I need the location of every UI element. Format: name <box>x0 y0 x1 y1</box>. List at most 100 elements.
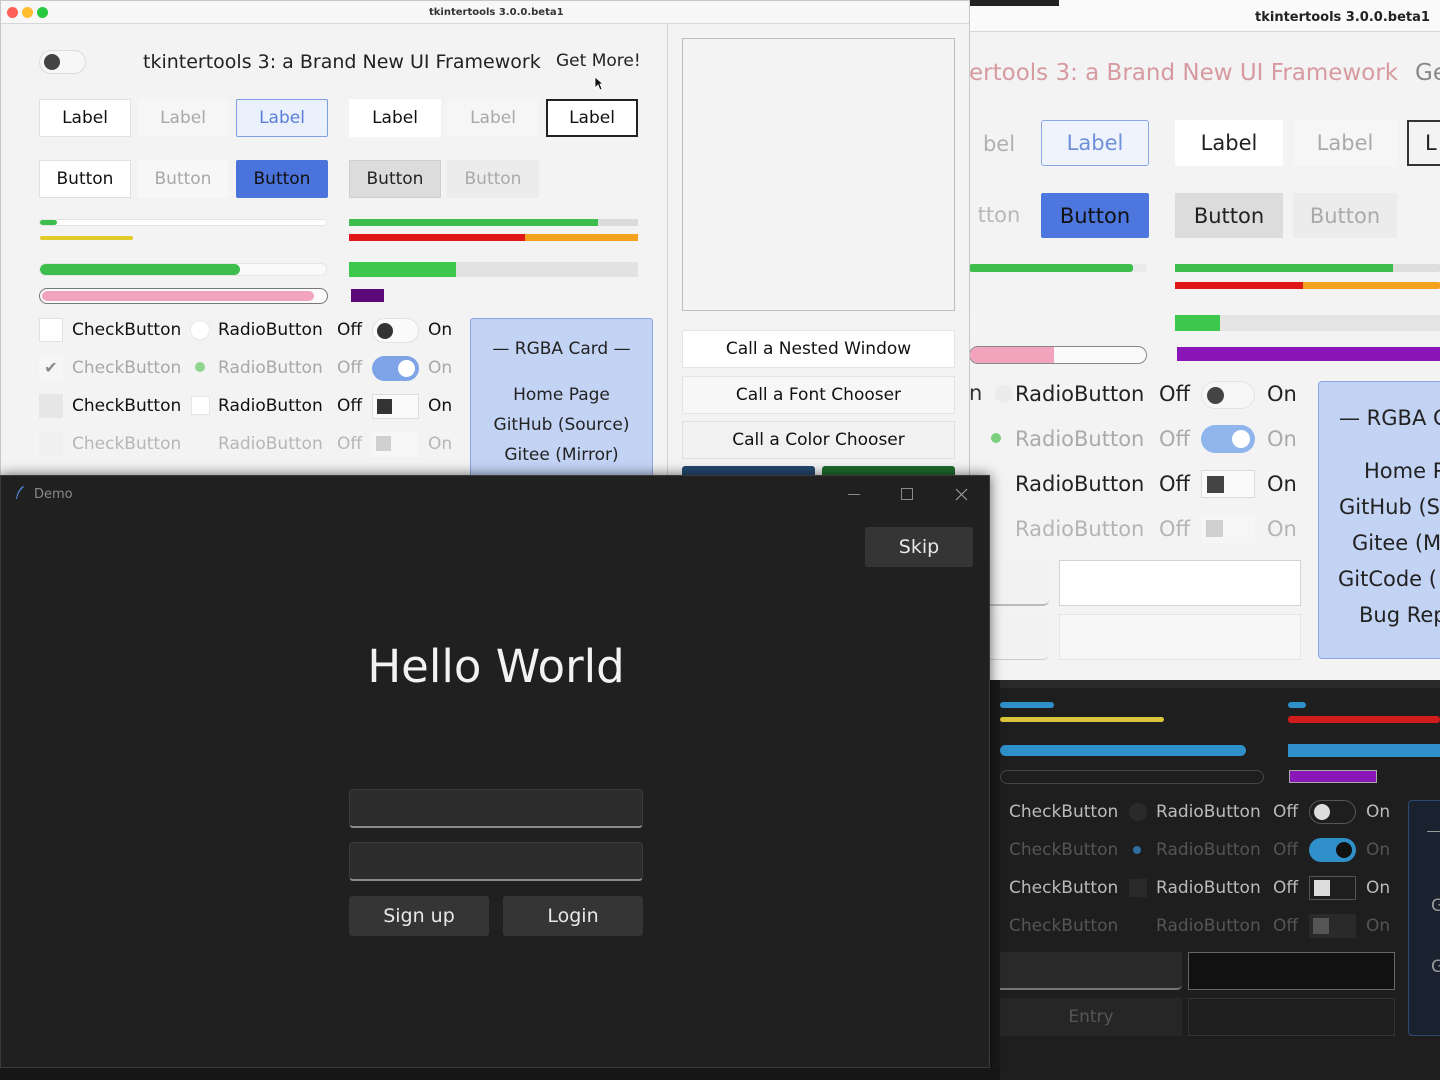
dark-radio-sq-3[interactable] <box>1129 879 1147 897</box>
dark-radio-2[interactable]: RadioButton <box>1156 840 1261 860</box>
back-progress-green <box>969 264 1147 272</box>
radio-2[interactable] <box>195 362 205 372</box>
call-nested-window-button[interactable]: Call a Nested Window <box>682 330 955 368</box>
radiobutton-label-4[interactable]: RadioButton <box>218 434 323 454</box>
checkbox-1[interactable] <box>39 318 63 342</box>
checkbutton-label-1[interactable]: CheckButton <box>72 320 181 340</box>
main-window-title: tkintertools 3.0.0.beta1 <box>429 7 564 18</box>
back-headline: ertools 3: a Brand New UI Framework <box>969 60 1399 86</box>
dark-card-link-2[interactable]: G <box>1431 957 1440 977</box>
get-more-link[interactable]: Get More! <box>556 51 641 71</box>
username-input[interactable] <box>349 789 643 828</box>
dark-check-2[interactable]: CheckButton <box>1009 840 1118 860</box>
back-button-4[interactable]: Button <box>1293 193 1397 238</box>
dark-switch-1[interactable] <box>1309 800 1356 824</box>
close-dot-icon[interactable] <box>7 7 18 18</box>
switch-1[interactable] <box>372 318 419 343</box>
back-switch-2[interactable] <box>1201 425 1255 453</box>
skip-button[interactable]: Skip <box>865 527 973 567</box>
main-titlebar[interactable]: tkintertools 3.0.0.beta1 <box>1 1 969 24</box>
signup-button[interactable]: Sign up <box>349 896 489 936</box>
radiobutton-label-3[interactable]: RadioButton <box>218 396 323 416</box>
dark-check-4[interactable]: CheckButton <box>1009 916 1118 936</box>
back-square-switch-2[interactable] <box>1201 515 1255 543</box>
dark-radio-4[interactable]: RadioButton <box>1156 916 1261 936</box>
checkbox-3[interactable] <box>39 394 63 418</box>
back-label-3: Label <box>1175 120 1283 166</box>
maximize-icon[interactable] <box>901 488 913 500</box>
back-square-switch-1[interactable] <box>1201 470 1255 498</box>
radio-3[interactable] <box>191 396 210 415</box>
back-card-link-5[interactable]: Bug Rep <box>1359 603 1440 627</box>
back-radio-2[interactable]: RadioButton <box>1015 427 1144 451</box>
back-switch-1[interactable] <box>1201 381 1255 409</box>
back-window-titlebar[interactable]: tkintertools 3.0.0.beta1 <box>969 0 1440 32</box>
login-button[interactable]: Login <box>503 896 643 936</box>
button-4[interactable]: Button <box>349 160 441 198</box>
back-entry-2[interactable] <box>1059 560 1301 606</box>
square-switch-2[interactable] <box>372 432 419 457</box>
dark-card-link-1[interactable]: G <box>1431 896 1440 916</box>
dark-square-switch-1[interactable] <box>1309 876 1356 900</box>
checkbutton-label-2[interactable]: CheckButton <box>72 358 181 378</box>
demo-titlebar[interactable]: Demo <box>1 476 989 512</box>
back-button-3[interactable]: Button <box>1175 193 1283 238</box>
back-button-1[interactable]: tton <box>969 193 1029 237</box>
dark-check-1[interactable]: CheckButton <box>1009 802 1118 822</box>
dark-entry-3[interactable]: Entry <box>1000 998 1182 1036</box>
back-on-3: On <box>1267 472 1297 496</box>
card-link-github[interactable]: GitHub (Source) <box>471 413 652 437</box>
dark-square-switch-2[interactable] <box>1309 914 1356 938</box>
back-label-2: Label <box>1041 120 1149 166</box>
label-5: Label <box>447 99 539 137</box>
switch-2[interactable] <box>372 356 419 381</box>
dark-entry-2[interactable] <box>1188 952 1395 990</box>
back-on-1: On <box>1267 382 1297 406</box>
button-1[interactable]: Button <box>39 160 131 198</box>
card-link-gitee[interactable]: Gitee (Mirror) <box>471 443 652 467</box>
zoom-dot-icon[interactable] <box>37 7 48 18</box>
back-button-2[interactable]: Button <box>1041 193 1149 238</box>
dark-entry-1[interactable] <box>1000 952 1182 990</box>
back-radio-dot-1[interactable] <box>995 385 1013 403</box>
call-font-chooser-button[interactable]: Call a Font Chooser <box>682 376 955 414</box>
card-link-home[interactable]: Home Page <box>471 383 652 407</box>
back-radio-dot-2[interactable] <box>991 433 1001 443</box>
checkbox-4[interactable] <box>39 432 63 456</box>
back-card-link-1[interactable]: Home P <box>1364 459 1440 483</box>
call-color-chooser-button[interactable]: Call a Color Chooser <box>682 421 955 459</box>
back-card-link-2[interactable]: GitHub (S <box>1339 495 1440 519</box>
checkbox-2[interactable]: ✔ <box>39 356 63 380</box>
progress-green-right <box>349 219 638 226</box>
minimize-dot-icon[interactable] <box>22 7 33 18</box>
back-radio-4[interactable]: RadioButton <box>1015 517 1144 541</box>
radiobutton-label-2[interactable]: RadioButton <box>218 358 323 378</box>
button-5[interactable]: Button <box>447 160 539 198</box>
on-label-2: On <box>428 358 453 378</box>
checkbutton-label-3[interactable]: CheckButton <box>72 396 181 416</box>
feather-icon <box>16 486 24 499</box>
minimize-icon[interactable] <box>848 494 860 495</box>
dark-check-3[interactable]: CheckButton <box>1009 878 1118 898</box>
button-3[interactable]: Button <box>236 160 328 198</box>
back-entry-4[interactable] <box>1059 614 1301 660</box>
back-radio-1[interactable]: RadioButton <box>1015 382 1144 406</box>
back-radio-3[interactable]: RadioButton <box>1015 472 1144 496</box>
dark-radio-3[interactable]: RadioButton <box>1156 878 1261 898</box>
dark-radio-dot-2[interactable] <box>1133 846 1141 854</box>
checkbutton-label-4[interactable]: CheckButton <box>72 434 181 454</box>
back-card-link-4[interactable]: GitCode ( <box>1338 567 1437 591</box>
close-icon[interactable] <box>955 488 968 501</box>
dark-radio-1[interactable]: RadioButton <box>1156 802 1261 822</box>
back-card-link-3[interactable]: Gitee (M <box>1352 531 1440 555</box>
dark-entry-4[interactable] <box>1188 998 1395 1036</box>
radio-1[interactable] <box>190 320 210 340</box>
password-input[interactable] <box>349 842 643 881</box>
dark-radio-dot-1[interactable] <box>1129 803 1147 821</box>
theme-switch[interactable] <box>39 50 86 74</box>
button-2[interactable]: Button <box>138 160 228 198</box>
dark-switch-2[interactable] <box>1309 838 1356 862</box>
canvas-preview[interactable] <box>682 38 955 311</box>
square-switch-1[interactable] <box>372 394 419 419</box>
radiobutton-label-1[interactable]: RadioButton <box>218 320 323 340</box>
